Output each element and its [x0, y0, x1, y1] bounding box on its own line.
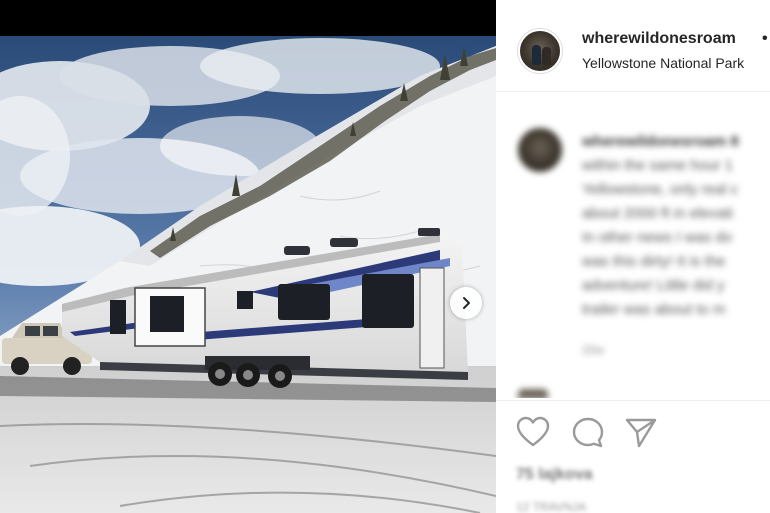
- share-icon[interactable]: [624, 416, 658, 448]
- post-header: wherewildonesroam • Yellowstone National…: [496, 0, 770, 92]
- avatar[interactable]: [518, 29, 562, 73]
- likes-count[interactable]: 75 lajkova: [516, 466, 593, 484]
- caption-line: adventure! Little did y: [582, 277, 725, 294]
- post-date: 12 TRAVNJA: [516, 500, 587, 513]
- location-link[interactable]: Yellowstone National Park: [582, 55, 744, 71]
- comment-icon[interactable]: [571, 416, 605, 450]
- caption-area: wherewildonesroam 8 within the same hour…: [496, 93, 770, 398]
- chevron-right-icon: [463, 297, 470, 309]
- caption-time: 20w: [582, 343, 605, 357]
- heart-icon[interactable]: [516, 416, 550, 448]
- post-photo: [0, 36, 496, 513]
- caption-line: within the same hour 1: [582, 157, 733, 174]
- caption-avatar: [518, 128, 562, 172]
- comment-avatar: [518, 389, 548, 398]
- next-photo-button[interactable]: [450, 287, 482, 319]
- username-link[interactable]: wherewildonesroam: [582, 30, 736, 48]
- caption-line: In other news I was do: [582, 229, 733, 246]
- caption-line: about 2000 ft in elevati: [582, 205, 733, 222]
- blurred-caption: wherewildonesroam 8 within the same hour…: [496, 93, 770, 398]
- photo-pane: [0, 0, 496, 513]
- caption-line: wherewildonesroam 8: [582, 133, 739, 150]
- separator-dot: •: [762, 30, 768, 47]
- post-side-panel: wherewildonesroam • Yellowstone National…: [496, 0, 770, 513]
- caption-line: was this dirty! It is the: [582, 253, 726, 270]
- caption-line: Yellowstone, only real c: [582, 181, 739, 198]
- caption-line: trailer was about to m: [582, 301, 726, 318]
